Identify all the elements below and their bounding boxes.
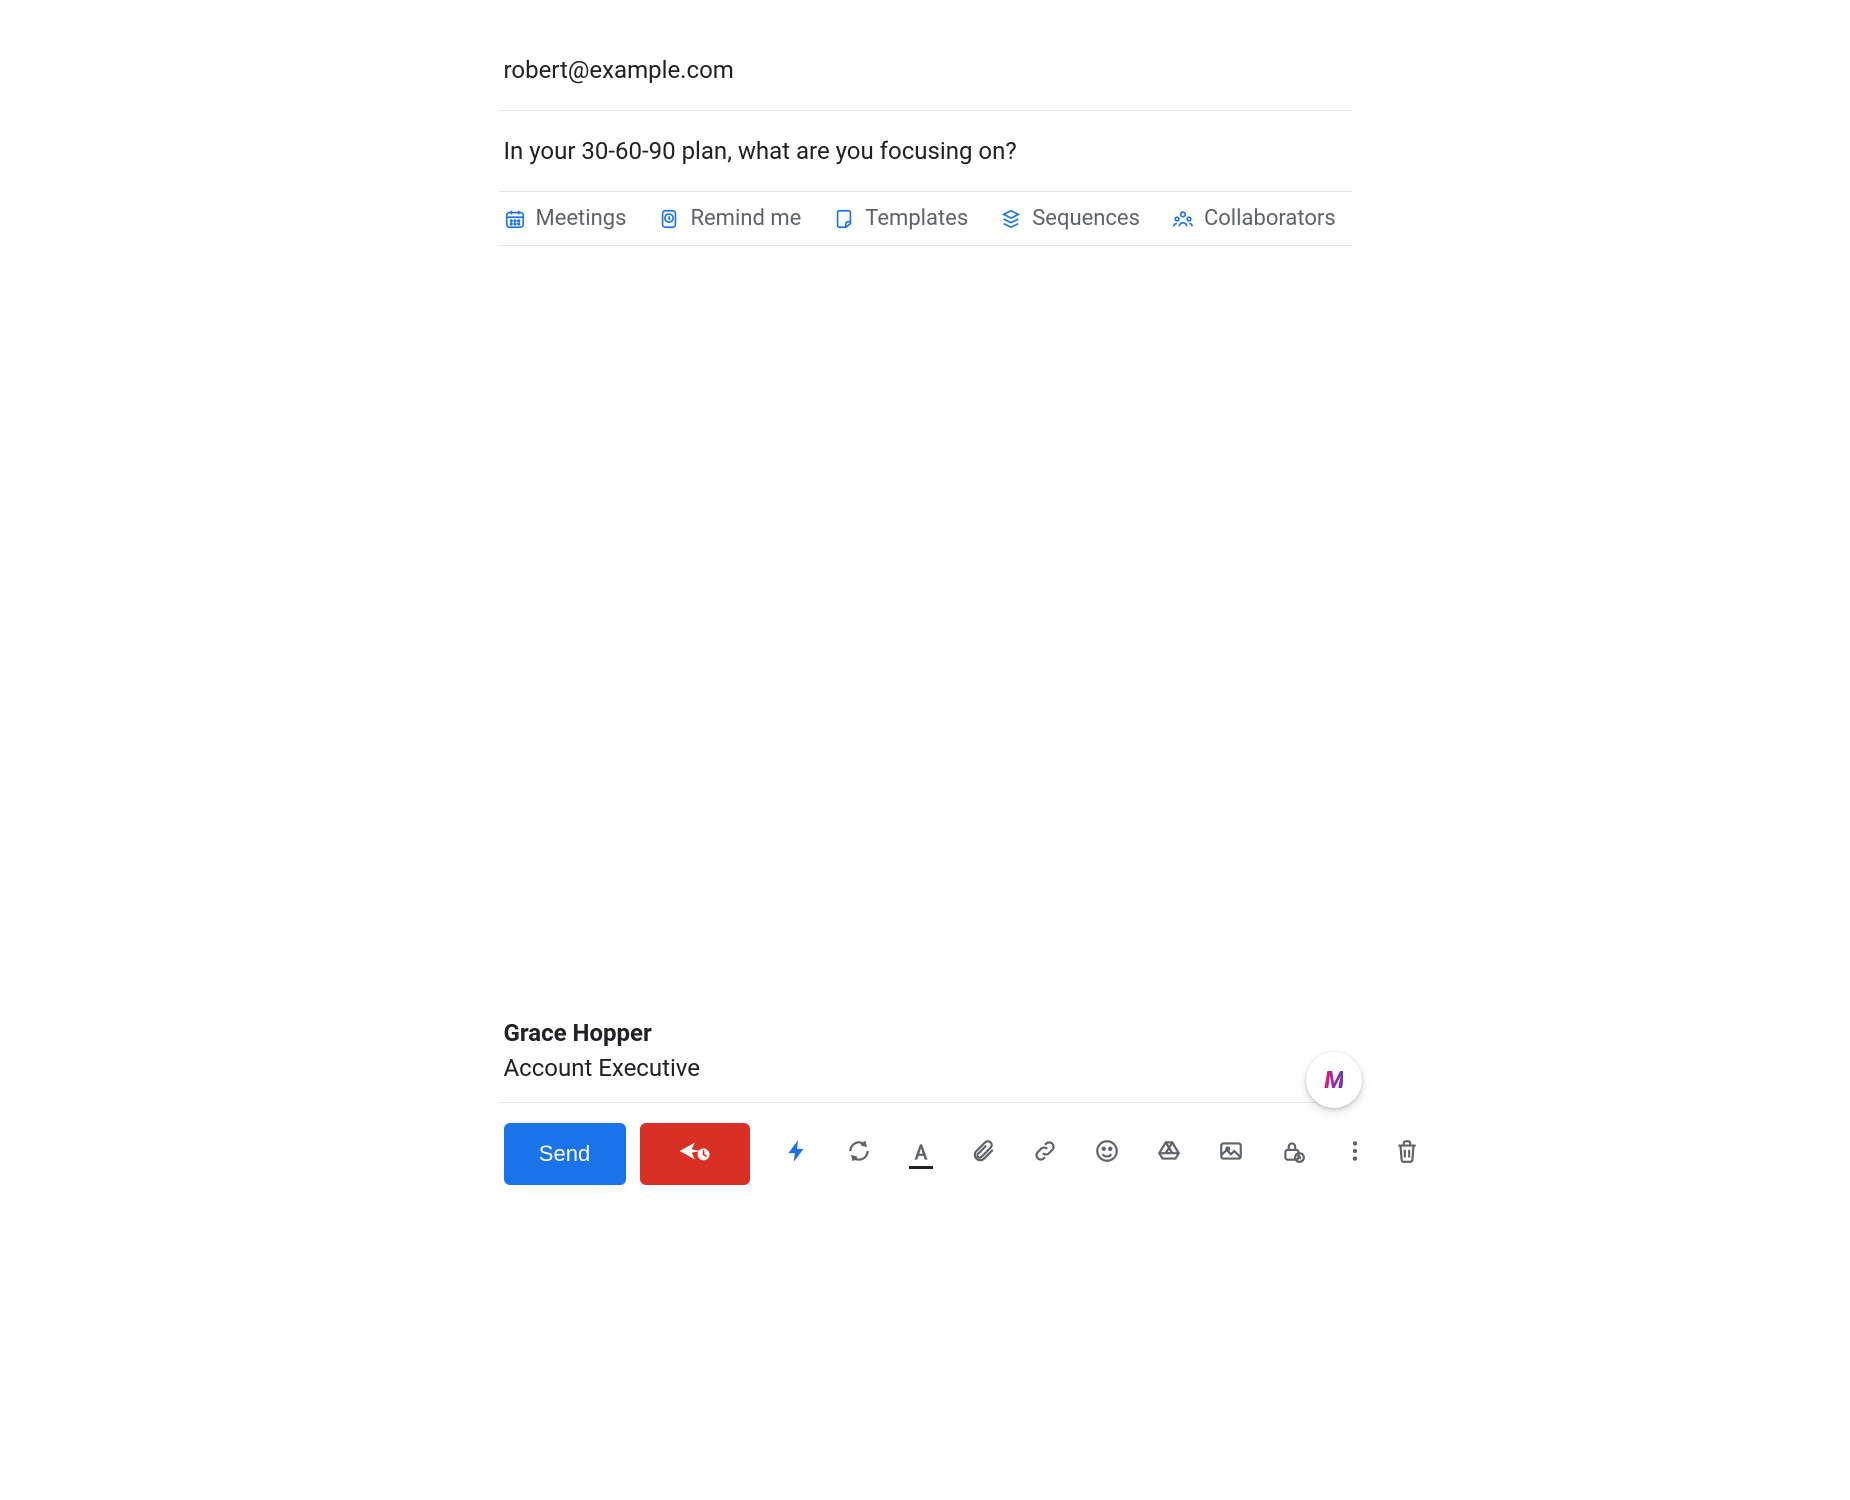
send-label: Send: [539, 1141, 590, 1167]
send-later-icon: [678, 1138, 712, 1170]
templates-label: Templates: [865, 206, 968, 231]
calendar-icon: [504, 208, 526, 230]
note-icon: [833, 208, 855, 230]
stack-icon: [1000, 208, 1022, 230]
recipient-value: robert@example.com: [504, 56, 734, 84]
send-later-button[interactable]: [640, 1123, 750, 1185]
recipient-field[interactable]: robert@example.com: [499, 40, 1352, 111]
insert-image-button[interactable]: [1214, 1137, 1248, 1171]
signature-block: Grace Hopper Account Executive: [499, 1016, 1352, 1102]
action-bar: Send: [499, 1123, 1352, 1215]
sequences-label: Sequences: [1032, 206, 1140, 231]
trash-icon: [1394, 1138, 1420, 1169]
divider: [499, 1102, 1352, 1103]
emoji-icon: [1094, 1138, 1120, 1169]
meetings-label: Meetings: [536, 206, 627, 231]
image-icon: [1218, 1138, 1244, 1169]
drive-icon: [1156, 1138, 1182, 1169]
bolt-icon: [784, 1138, 810, 1169]
signature-title: Account Executive: [504, 1051, 1347, 1086]
remind-label: Remind me: [690, 206, 801, 231]
compose-panel: robert@example.com In your 30-60-90 plan…: [309, 40, 1542, 1215]
more-options-button[interactable]: [1338, 1137, 1372, 1171]
lock-clock-icon: [1280, 1138, 1306, 1169]
text-color-button[interactable]: [904, 1137, 938, 1171]
collaborators-label: Collaborators: [1204, 206, 1336, 231]
subject-value: In your 30-60-90 plan, what are you focu…: [504, 137, 1017, 165]
extension-toolbar: Meetings Remind me: [499, 192, 1352, 246]
emoji-button[interactable]: [1090, 1137, 1124, 1171]
link-icon: [1032, 1138, 1058, 1169]
attach-button[interactable]: [966, 1137, 1000, 1171]
templates-button[interactable]: Templates: [833, 206, 968, 231]
signature-name: Grace Hopper: [504, 1016, 1347, 1051]
refresh-icon: [846, 1138, 872, 1169]
paperclip-icon: [970, 1138, 996, 1169]
message-body[interactable]: [499, 246, 1352, 1016]
extension-fab[interactable]: M: [1306, 1052, 1362, 1108]
discard-draft-button[interactable]: [1390, 1137, 1424, 1171]
more-vert-icon: [1342, 1138, 1368, 1169]
clock-icon: [658, 208, 680, 230]
format-toolbar: [780, 1137, 1310, 1171]
confidential-mode-button[interactable]: [1276, 1137, 1310, 1171]
send-button[interactable]: Send: [504, 1123, 626, 1185]
refresh-button[interactable]: [842, 1137, 876, 1171]
subject-field[interactable]: In your 30-60-90 plan, what are you focu…: [499, 111, 1352, 192]
collaborators-button[interactable]: Collaborators: [1172, 206, 1336, 231]
text-color-icon: [908, 1139, 934, 1169]
remind-button[interactable]: Remind me: [658, 206, 801, 231]
insert-link-button[interactable]: [1028, 1137, 1062, 1171]
drive-button[interactable]: [1152, 1137, 1186, 1171]
sequences-button[interactable]: Sequences: [1000, 206, 1140, 231]
quick-action-button[interactable]: [780, 1137, 814, 1171]
meetings-button[interactable]: Meetings: [504, 206, 627, 231]
extension-logo-icon: M: [1324, 1066, 1342, 1094]
people-icon: [1172, 208, 1194, 230]
